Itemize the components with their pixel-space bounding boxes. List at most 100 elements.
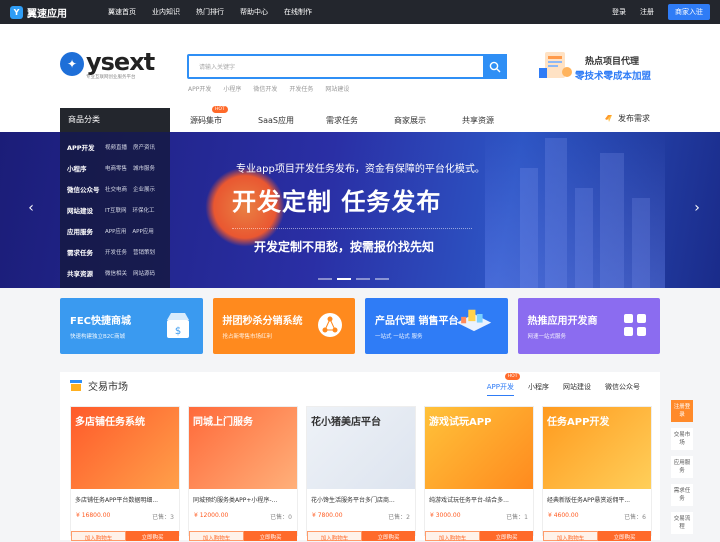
top-nav-home[interactable]: 翼速首页 [108, 7, 136, 17]
subcategory[interactable]: 开发任务 [105, 248, 127, 256]
nav-item-merchants[interactable]: 商家展示 [394, 115, 462, 126]
nav-item-saas[interactable]: SaaS应用 [258, 115, 326, 126]
banner-next-arrow-icon[interactable]: › [690, 200, 704, 218]
subcategory[interactable]: APP应用 [105, 227, 126, 235]
search-input[interactable]: 请输入关键字 [199, 62, 235, 71]
category-name[interactable]: 微信公众号 [67, 184, 100, 194]
hotword[interactable]: 网站建设 [325, 84, 349, 93]
nav-item-resources[interactable]: 共享资源 [462, 115, 530, 126]
nav-item-label: 需求任务 [326, 115, 358, 125]
product-name[interactable]: 花小馋生活服务平台多门店商... [307, 489, 415, 504]
top-bar: Y 翼速应用 翼速首页 业内知识 热门排行 帮助中心 在线制作 登录 注册 商家… [0, 0, 720, 24]
join-button[interactable]: 商家入驻 [668, 4, 710, 20]
side-nav-services[interactable]: 应用服务 [671, 456, 693, 478]
category-row[interactable]: 共享资源 微信相关 网站源码 [67, 268, 155, 278]
subcategory[interactable]: 环保化工 [132, 206, 154, 214]
publish-request-label: 发布需求 [618, 114, 650, 123]
banner-dot[interactable] [356, 278, 370, 280]
category-name[interactable]: 网站建设 [67, 205, 99, 215]
product-name[interactable]: 纯游戏试玩任务平台-结合多... [425, 489, 533, 504]
search-button[interactable] [483, 54, 507, 79]
subcategory[interactable]: 电商零售 [105, 164, 127, 172]
top-right: 登录 注册 商家入驻 [612, 4, 710, 20]
top-nav-knowledge[interactable]: 业内知识 [152, 7, 180, 17]
category-name[interactable]: 共享资源 [67, 268, 99, 278]
feature-cards: FEC快捷商城 快速构建独立B2C商城 $ 拼团秒杀分销系统 抢占新零售市场红利… [60, 298, 660, 354]
category-row[interactable]: 小程序 电商零售 城市服务 [67, 163, 155, 173]
category-row[interactable]: 应用服务 APP应用 APP应用 [67, 226, 154, 236]
product-image[interactable]: 多店铺任务系统 [71, 407, 179, 489]
product-image[interactable]: 任务APP开发 [543, 407, 651, 489]
product-sold: 已售：2 [388, 514, 410, 521]
product-price: ¥ 16800.00 [76, 512, 111, 519]
category-name[interactable]: APP开发 [67, 142, 99, 152]
category-name[interactable]: 小程序 [67, 163, 99, 173]
side-nav-process[interactable]: 交易流程 [671, 512, 693, 534]
product-card[interactable]: 同城上门服务 同城预约服务类APP+小程序-... ¥ 12000.00 已售：0… [188, 406, 298, 542]
feature-card-agent[interactable]: 产品代理 销售平台 一站式 一站式 服务 [365, 298, 508, 354]
side-nav-tasks[interactable]: 需求任务 [671, 484, 693, 506]
hotword[interactable]: APP开发 [188, 84, 211, 93]
product-image[interactable]: 花小猪美店平台 [307, 407, 415, 489]
login-link[interactable]: 登录 [612, 7, 626, 17]
top-nav-online[interactable]: 在线制作 [284, 7, 312, 17]
product-name[interactable]: 经典新版任务APP悬赏返佣平... [543, 489, 651, 504]
category-row[interactable]: 微信公众号 社交电商 企业展示 [67, 184, 155, 194]
product-card[interactable]: 任务APP开发 经典新版任务APP悬赏返佣平... ¥ 4600.00 已售：6 … [542, 406, 652, 542]
product-name[interactable]: 多店铺任务APP平台数据明细... [71, 489, 179, 504]
product-card[interactable]: 游戏试玩APP 纯游戏试玩任务平台-结合多... ¥ 3000.00 已售：1 加… [424, 406, 534, 542]
hero-banner[interactable]: APP开发 视频直播 房产资讯 小程序 电商零售 城市服务 微信公众号 社交电商 企业展示 … [0, 132, 720, 288]
nav-item-source-market[interactable]: HOT 源码集市 [190, 105, 258, 126]
hotword[interactable]: 小程序 [223, 84, 241, 93]
product-name[interactable]: 同城预约服务类APP+小程序-... [189, 489, 297, 504]
tab-website[interactable]: 网站建设 [563, 382, 591, 392]
tab-app[interactable]: HOT APP开发 [486, 373, 521, 396]
product-image[interactable]: 游戏试玩APP [425, 407, 533, 489]
publish-request-link[interactable]: 发布需求 [603, 113, 650, 124]
nav-item-label: 源码集市 [190, 115, 222, 125]
product-card[interactable]: 多店铺任务系统 多店铺任务APP平台数据明细... ¥ 16800.00 已售：3… [70, 406, 180, 542]
banner-dot[interactable] [375, 278, 389, 280]
tab-wechat[interactable]: 微信公众号 [605, 382, 640, 392]
product-image[interactable]: 同城上门服务 [189, 407, 297, 489]
subcategory[interactable]: APP应用 [132, 227, 153, 235]
hotword[interactable]: 微信开发 [253, 84, 277, 93]
banner-divider [232, 228, 472, 229]
apps-icon [624, 314, 646, 336]
category-row[interactable]: 网站建设 IT互联网 环保化工 [67, 205, 155, 215]
subcategory[interactable]: 企业展示 [133, 185, 155, 193]
hot-badge: HOT [212, 105, 228, 113]
side-nav-market[interactable]: 交易市场 [671, 428, 693, 450]
category-name[interactable]: 需求任务 [67, 247, 99, 257]
brand[interactable]: Y 翼速应用 [10, 5, 108, 20]
feature-card-fec[interactable]: FEC快捷商城 快速构建独立B2C商城 $ [60, 298, 203, 354]
nav-item-tasks[interactable]: 需求任务 [326, 115, 394, 126]
subcategory[interactable]: 网站源码 [133, 269, 155, 277]
subcategory[interactable]: 营销策划 [133, 248, 155, 256]
side-nav-login[interactable]: 注册登录 [671, 400, 693, 422]
feature-card-apps[interactable]: 热推应用开发商 网速一站式服务 [517, 298, 660, 354]
category-menu-button[interactable]: 商品分类 [60, 108, 170, 132]
hotword[interactable]: 开发任务 [289, 84, 313, 93]
product-card[interactable]: 花小猪美店平台 花小馋生活服务平台多门店商... ¥ 7800.00 已售：2 加… [306, 406, 416, 542]
market-tabs: HOT APP开发 小程序 网站建设 微信公众号 [486, 373, 640, 396]
top-nav-ranking[interactable]: 热门排行 [196, 7, 224, 17]
banner-prev-arrow-icon[interactable]: ‹ [24, 200, 38, 218]
subcategory[interactable]: 微信相关 [105, 269, 127, 277]
register-link[interactable]: 注册 [640, 7, 654, 17]
isometric-icon [456, 309, 491, 332]
product-price: ¥ 12000.00 [194, 512, 229, 519]
subcategory[interactable]: 视频直播 [105, 143, 127, 151]
top-nav-help[interactable]: 帮助中心 [240, 7, 268, 17]
banner-dot[interactable] [337, 278, 351, 280]
banner-dot[interactable] [318, 278, 332, 280]
feature-card-group-buy[interactable]: 拼团秒杀分销系统 抢占新零售市场红利 [212, 298, 355, 354]
category-name[interactable]: 应用服务 [67, 226, 99, 236]
category-row[interactable]: APP开发 视频直播 房产资讯 [67, 142, 155, 152]
subcategory[interactable]: IT互联网 [105, 206, 126, 214]
tab-miniprogram[interactable]: 小程序 [528, 382, 549, 392]
subcategory[interactable]: 社交电商 [105, 185, 127, 193]
subcategory[interactable]: 城市服务 [133, 164, 155, 172]
category-row[interactable]: 需求任务 开发任务 营销策划 [67, 247, 155, 257]
subcategory[interactable]: 房产资讯 [133, 143, 155, 151]
